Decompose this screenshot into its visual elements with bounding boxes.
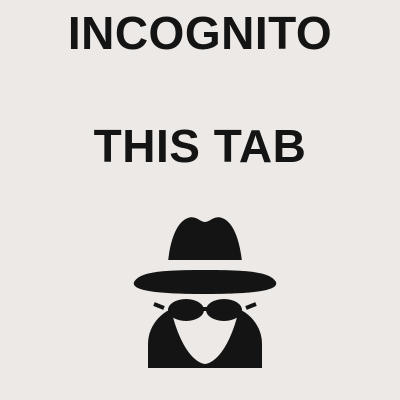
incognito-spy-icon (130, 212, 280, 368)
tile-subtitle: THIS TAB (93, 120, 307, 172)
tile-title: INCOGNITO (67, 7, 333, 59)
incognito-tab-tile[interactable]: INCOGNITO THIS TAB (0, 0, 400, 400)
